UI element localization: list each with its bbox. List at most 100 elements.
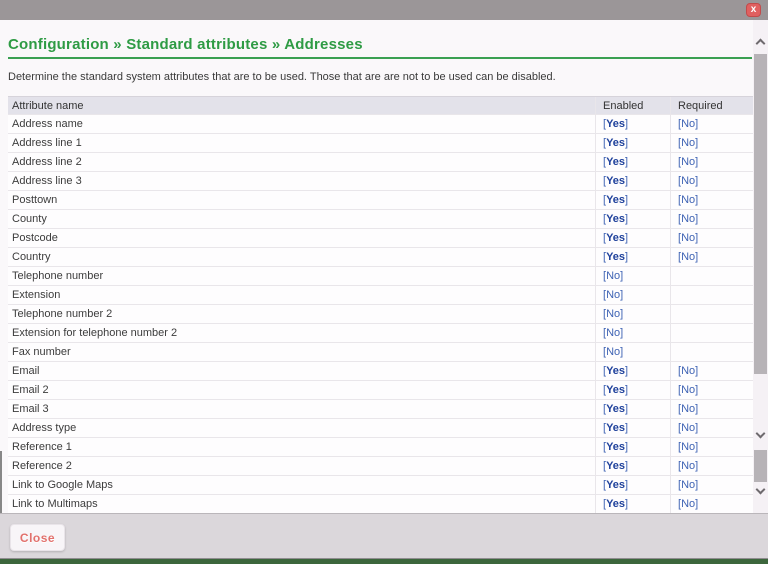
enabled-cell: Yes <box>595 381 670 399</box>
required-toggle-link[interactable]: No <box>678 251 698 263</box>
enabled-cell: No <box>595 286 670 304</box>
required-toggle-link[interactable]: No <box>678 213 698 225</box>
heading-divider <box>8 57 752 59</box>
required-toggle-link[interactable]: No <box>678 441 698 453</box>
scrollbar-thumb-outer[interactable] <box>754 54 767 374</box>
enabled-toggle-link[interactable]: Yes <box>603 232 628 244</box>
enabled-toggle-link[interactable]: No <box>603 308 623 320</box>
table-row: Address line 2 Yes No <box>8 152 753 171</box>
window-edge-seam <box>0 451 2 513</box>
required-cell: No <box>670 476 753 494</box>
enabled-toggle-link[interactable]: No <box>603 346 623 358</box>
enabled-cell: No <box>595 267 670 285</box>
required-toggle-link[interactable]: No <box>678 460 698 472</box>
enabled-cell: No <box>595 343 670 361</box>
enabled-toggle-link[interactable]: Yes <box>603 460 628 472</box>
required-cell: No <box>670 153 753 171</box>
attribute-name-label: Extension <box>12 289 61 301</box>
required-toggle-link[interactable]: No <box>678 232 698 244</box>
required-cell: No <box>670 191 753 209</box>
enabled-cell: Yes <box>595 400 670 418</box>
scrollbar-thumb-inner[interactable] <box>754 450 767 482</box>
attribute-name-label: Address line 2 <box>12 156 82 168</box>
enabled-toggle-link[interactable]: Yes <box>603 213 628 225</box>
table-row: Email Yes No <box>8 361 753 380</box>
required-cell: No <box>670 381 753 399</box>
required-cell <box>670 286 753 304</box>
enabled-toggle-link[interactable]: Yes <box>603 498 628 510</box>
attribute-name-label: Fax number <box>12 346 71 358</box>
table-row: Fax number No <box>8 342 753 361</box>
close-button[interactable]: Close <box>10 524 65 551</box>
required-toggle-link[interactable]: No <box>678 118 698 130</box>
column-header-attribute-name: Attribute name <box>12 100 84 112</box>
table-row: Link to Multimaps Yes No <box>8 494 753 513</box>
enabled-toggle-link[interactable]: Yes <box>603 365 628 377</box>
attribute-name-label: Email 3 <box>12 403 49 415</box>
required-toggle-link[interactable]: No <box>678 175 698 187</box>
table-row: County Yes No <box>8 209 753 228</box>
enabled-toggle-link[interactable]: Yes <box>603 384 628 396</box>
required-toggle-link[interactable]: No <box>678 137 698 149</box>
table-row: Extension for telephone number 2 No <box>8 323 753 342</box>
attribute-name-label: County <box>12 213 47 225</box>
required-cell: No <box>670 419 753 437</box>
enabled-toggle-link[interactable]: Yes <box>603 403 628 415</box>
required-cell: No <box>670 248 753 266</box>
table-row: Email 2 Yes No <box>8 380 753 399</box>
table-row: Address type Yes No <box>8 418 753 437</box>
table-row: Address line 1 Yes No <box>8 133 753 152</box>
required-cell: No <box>670 400 753 418</box>
table-body: Address name Yes No Address line 1 Yes N… <box>8 114 753 513</box>
enabled-cell: Yes <box>595 210 670 228</box>
required-cell: No <box>670 457 753 475</box>
enabled-toggle-link[interactable]: Yes <box>603 194 628 206</box>
enabled-cell: Yes <box>595 134 670 152</box>
table-row: Extension No <box>8 285 753 304</box>
table-row: Country Yes No <box>8 247 753 266</box>
required-toggle-link[interactable]: No <box>678 384 698 396</box>
enabled-toggle-link[interactable]: No <box>603 327 623 339</box>
column-header-enabled: Enabled <box>595 97 670 114</box>
attribute-name-label: Telephone number <box>12 270 104 282</box>
enabled-cell: Yes <box>595 457 670 475</box>
page-description: Determine the standard system attributes… <box>8 71 556 83</box>
attribute-name-label: Address type <box>12 422 77 434</box>
required-cell: No <box>670 362 753 380</box>
enabled-cell: Yes <box>595 229 670 247</box>
required-cell: No <box>670 210 753 228</box>
enabled-toggle-link[interactable]: Yes <box>603 175 628 187</box>
enabled-toggle-link[interactable]: Yes <box>603 118 628 130</box>
required-toggle-link[interactable]: No <box>678 194 698 206</box>
enabled-toggle-link[interactable]: Yes <box>603 137 628 149</box>
attribute-name-label: Email <box>12 365 40 377</box>
attribute-name-label: Postcode <box>12 232 58 244</box>
bottom-green-bar <box>0 559 768 564</box>
required-cell <box>670 305 753 323</box>
enabled-cell: Yes <box>595 476 670 494</box>
enabled-toggle-link[interactable]: Yes <box>603 251 628 263</box>
required-toggle-link[interactable]: No <box>678 422 698 434</box>
attribute-name-label: Country <box>12 251 51 263</box>
required-toggle-link[interactable]: No <box>678 156 698 168</box>
required-toggle-link[interactable]: No <box>678 365 698 377</box>
required-toggle-link[interactable]: No <box>678 479 698 491</box>
attribute-name-label: Reference 1 <box>12 441 72 453</box>
required-cell: No <box>670 134 753 152</box>
table-row: Email 3 Yes No <box>8 399 753 418</box>
enabled-toggle-link[interactable]: No <box>603 270 623 282</box>
table-row: Telephone number 2 No <box>8 304 753 323</box>
enabled-toggle-link[interactable]: No <box>603 289 623 301</box>
required-toggle-link[interactable]: No <box>678 498 698 510</box>
attribute-name-label: Address line 1 <box>12 137 82 149</box>
enabled-toggle-link[interactable]: Yes <box>603 422 628 434</box>
enabled-cell: No <box>595 324 670 342</box>
attribute-name-label: Address name <box>12 118 83 130</box>
enabled-toggle-link[interactable]: Yes <box>603 479 628 491</box>
required-cell <box>670 267 753 285</box>
required-cell <box>670 343 753 361</box>
close-icon[interactable]: x <box>746 3 761 17</box>
enabled-toggle-link[interactable]: Yes <box>603 156 628 168</box>
enabled-toggle-link[interactable]: Yes <box>603 441 628 453</box>
required-toggle-link[interactable]: No <box>678 403 698 415</box>
